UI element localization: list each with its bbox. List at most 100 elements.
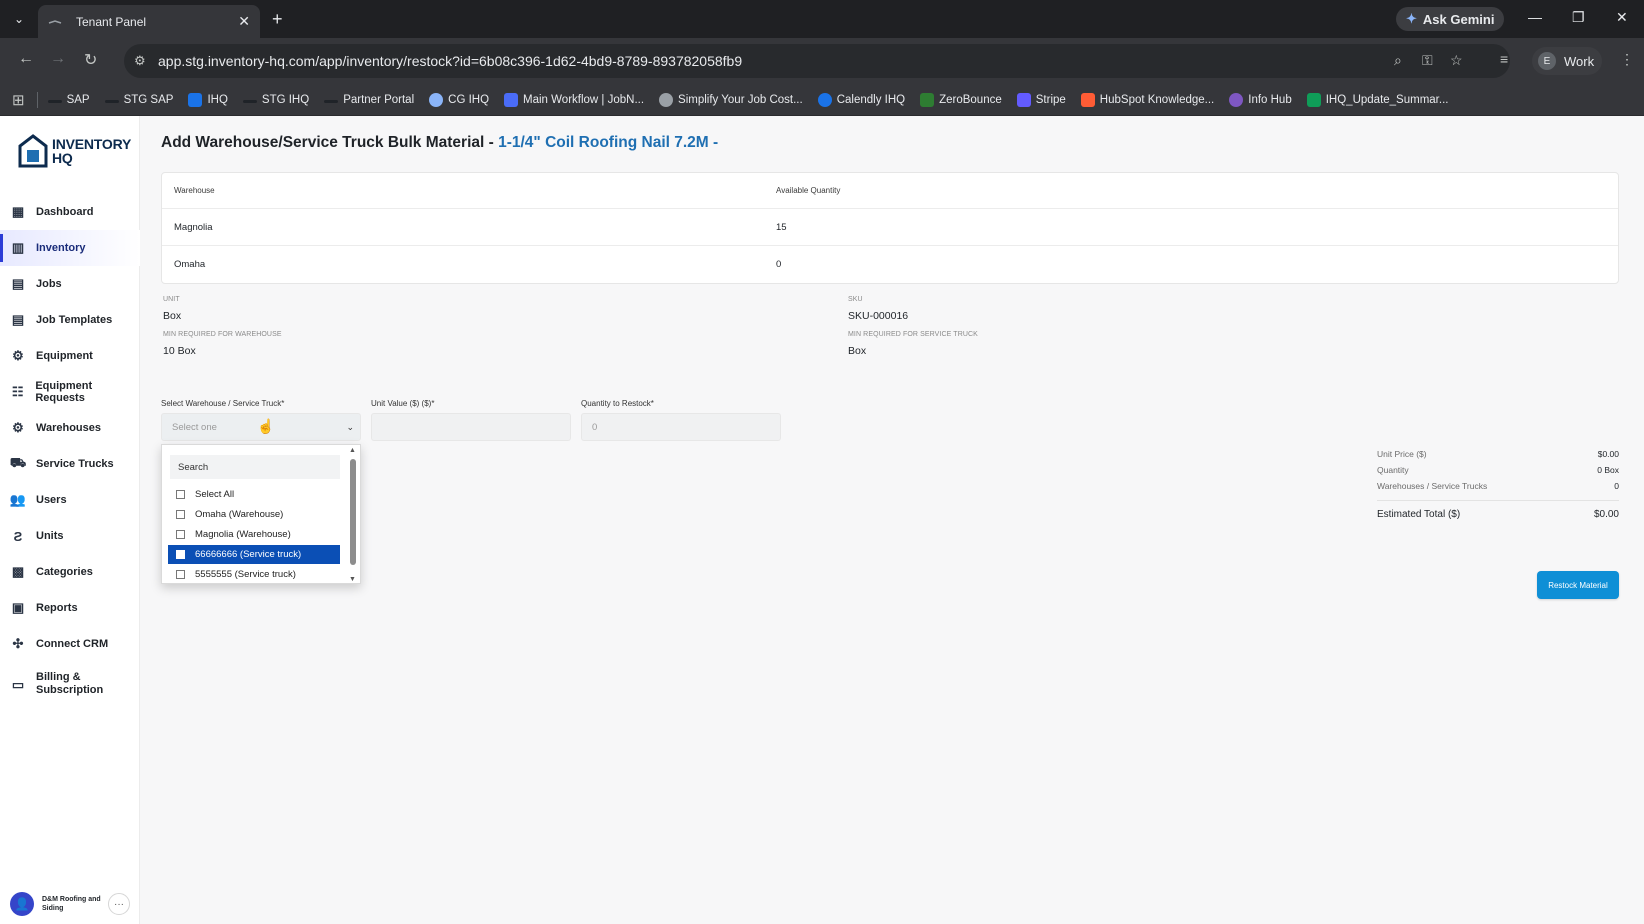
connect-crm-icon: ✣ [12, 636, 24, 651]
sidebar-item-users[interactable]: 👥 Users [0, 482, 140, 518]
sidebar-item-connect-crm[interactable]: ✣ Connect CRM [0, 626, 140, 662]
table-row: Omaha 0 [162, 246, 1618, 283]
scroll-up-arrow-icon[interactable]: ▲ [349, 447, 356, 454]
users-icon: 👥 [9, 492, 27, 507]
bookmark-item[interactable]: Info Hub [1229, 92, 1292, 107]
bookmark-item[interactable]: Calendly IHQ [817, 92, 905, 107]
unit-value-input[interactable] [371, 413, 571, 441]
bookmark-item[interactable]: STG IHQ [242, 94, 309, 106]
dropdown-scrollbar[interactable]: ▲ ▼ [346, 445, 360, 585]
min-service-truck-value: Box [848, 345, 867, 357]
zoom-icon[interactable]: ⌕ [1394, 52, 1402, 69]
sidebar-item-equipment[interactable]: ⚙ Equipment [0, 338, 140, 374]
column-header-warehouse: Warehouse [174, 186, 215, 195]
browser-tab-bar: ⌄ Tenant Panel ✕ + ✦ Ask Gemini — ❐ ✕ [0, 0, 1644, 38]
sidebar-item-units[interactable]: Ƨ Units [0, 518, 140, 554]
bookmarks-divider [36, 91, 38, 108]
bookmark-item[interactable]: IHQ_Update_Summar... [1306, 92, 1448, 107]
bookmark-item[interactable]: CG IHQ [429, 92, 489, 107]
dropdown-option-select-all[interactable]: Select All [168, 485, 340, 504]
address-bar-row: ← → ↻ ⚙ app.stg.inventory-hq.com/app/inv… [0, 38, 1644, 84]
site-info-icon[interactable]: ⚙ [134, 53, 146, 69]
summary-locations: Warehouses / Service Trucks 0 [1377, 481, 1619, 491]
warehouses-gear-icon: ⚙ [12, 420, 24, 435]
dropdown-option[interactable]: Magnolia (Warehouse) [168, 525, 340, 544]
dropdown-option-highlighted[interactable]: 66666666 (Service truck) [168, 545, 340, 564]
more-options-icon[interactable]: ··· [108, 893, 130, 915]
warehouse-cell: Omaha [174, 259, 206, 270]
dropdown-search-input[interactable]: Search [170, 455, 340, 479]
sidebar-item-billing[interactable]: ▭ Billing & Subscription [0, 662, 140, 706]
truck-icon: ⛟ [9, 455, 27, 470]
bookmark-item[interactable]: HubSpot Knowledge... [1080, 92, 1214, 107]
scroll-down-arrow-icon[interactable]: ▼ [349, 576, 356, 583]
bookmark-star-icon[interactable]: ☆ [1450, 52, 1463, 69]
sidebar-item-reports[interactable]: ▣ Reports [0, 590, 140, 626]
bookmark-item[interactable]: SAP [47, 94, 90, 106]
sidebar-item-service-trucks[interactable]: ⛟ Service Trucks [0, 446, 140, 482]
forward-icon[interactable]: → [50, 50, 66, 68]
sidebar-item-warehouses[interactable]: ⚙ Warehouses [0, 410, 140, 446]
gemini-sparkle-icon: ✦ [1406, 11, 1417, 26]
dropdown-option[interactable]: 5555555 (Service truck) [168, 565, 340, 584]
sidebar-item-job-templates[interactable]: ▤ Job Templates [0, 302, 140, 338]
bookmark-item[interactable]: ZeroBounce [920, 92, 1002, 107]
checkbox[interactable] [176, 510, 185, 519]
bookmark-item[interactable]: Partner Portal [324, 94, 414, 106]
material-name-link[interactable]: 1-1/4" Coil Roofing Nail 7.2M - [498, 134, 718, 151]
min-service-truck-label: MIN REQUIRED FOR SERVICE TRUCK [848, 331, 978, 338]
close-tab-icon[interactable]: ✕ [238, 13, 250, 30]
quantity-cell: 15 [776, 221, 787, 233]
inventory-boxes-icon: ▥ [11, 240, 25, 255]
close-window-icon[interactable]: ✕ [1616, 9, 1628, 26]
minimize-icon[interactable]: — [1528, 9, 1542, 25]
checkbox[interactable] [176, 550, 185, 559]
select-location-label: Select Warehouse / Service Truck* [161, 399, 285, 408]
sku-label: SKU [848, 296, 863, 303]
chevron-down-icon: ⌄ [346, 422, 354, 432]
bookmark-item[interactable]: Main Workflow | JobN... [504, 92, 644, 107]
browser-tab[interactable]: Tenant Panel ✕ [38, 5, 260, 38]
org-name: D&M Roofing and Siding [42, 896, 101, 912]
browser-menu-icon[interactable]: ⋮ [1620, 51, 1634, 68]
url-text[interactable]: app.stg.inventory-hq.com/app/inventory/r… [158, 53, 742, 69]
checkbox[interactable] [176, 570, 185, 579]
sidebar-item-jobs[interactable]: ▤ Jobs [0, 266, 140, 302]
bookmark-item[interactable]: Simplify Your Job Cost... [659, 92, 803, 107]
dropdown-option[interactable]: Omaha (Warehouse) [168, 505, 340, 524]
scrollbar-thumb[interactable] [350, 459, 356, 565]
restock-material-button[interactable]: Restock Material [1537, 571, 1619, 599]
summary-quantity: Quantity 0 Box [1377, 465, 1619, 475]
quantity-restock-label: Quantity to Restock* [581, 399, 654, 408]
password-key-icon[interactable]: ⚿ [1422, 52, 1433, 69]
bookmark-item[interactable]: IHQ [188, 92, 228, 107]
user-avatar-icon[interactable]: 👤 [10, 892, 34, 916]
bookmark-item[interactable]: STG SAP [104, 94, 173, 106]
sidebar-nav: ▦ Dashboard ▥ Inventory ▤ Jobs ▤ Job Templat… [0, 194, 140, 706]
back-icon[interactable]: ← [18, 50, 34, 68]
quantity-restock-input[interactable]: 0 [581, 413, 781, 441]
bookmark-item[interactable]: Stripe [1016, 92, 1066, 107]
reading-list-icon[interactable]: ≡ [1500, 51, 1508, 67]
unit-value-label: Unit Value ($) ($)* [371, 399, 435, 408]
sidebar-item-dashboard[interactable]: ▦ Dashboard [0, 194, 140, 230]
inventory-hq-logo[interactable]: INVENTORY HQ [18, 134, 131, 168]
reload-icon[interactable]: ↻ [84, 50, 97, 70]
restore-icon[interactable]: ❐ [1572, 9, 1585, 26]
sidebar-item-equipment-requests[interactable]: ☷ Equipment Requests [0, 374, 140, 410]
bookmarks-bar: ⊞ SAP STG SAP IHQ STG IHQ Partner Portal… [0, 84, 1644, 116]
checkbox[interactable] [176, 490, 185, 499]
omnibox[interactable]: ⚙ app.stg.inventory-hq.com/app/inventory… [124, 44, 1510, 78]
warehouse-quantity-table: Warehouse Available Quantity Magnolia 15… [161, 172, 1619, 284]
categories-icon: ▩ [11, 564, 25, 579]
checkbox[interactable] [176, 530, 185, 539]
ask-gemini-button[interactable]: ✦ Ask Gemini [1396, 7, 1505, 31]
sidebar-item-categories[interactable]: ▩ Categories [0, 554, 140, 590]
tab-search-chevron-icon[interactable]: ⌄ [8, 8, 30, 30]
apps-grid-icon[interactable]: ⊞ [12, 91, 25, 109]
location-select-value: Select one [172, 421, 217, 433]
new-tab-icon[interactable]: + [272, 9, 283, 30]
profile-button[interactable]: E Work [1532, 47, 1602, 75]
mouse-pointer-icon: ☝ [257, 418, 275, 434]
sidebar-item-inventory[interactable]: ▥ Inventory [0, 230, 140, 266]
